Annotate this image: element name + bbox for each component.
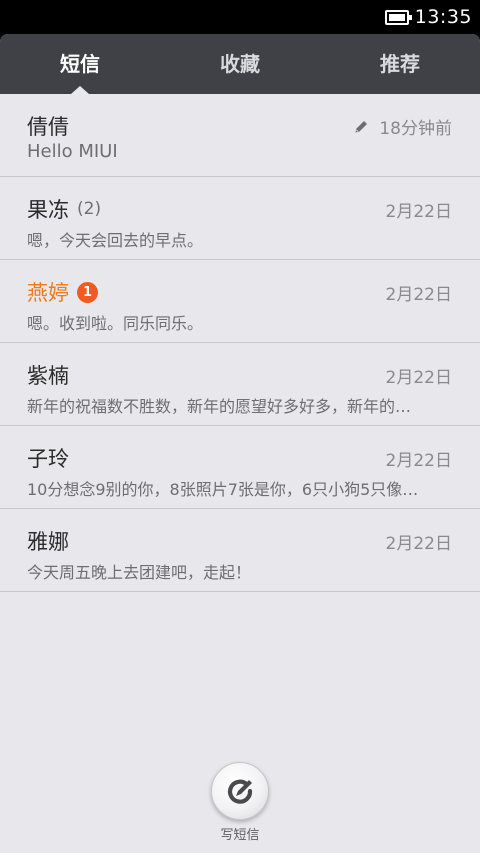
conversation-time: 2月22日 bbox=[386, 280, 452, 305]
conversation-time: 2月22日 bbox=[386, 363, 452, 388]
tab-recommended[interactable]: 推荐 bbox=[320, 34, 480, 94]
tab-bar: 短信 收藏 推荐 bbox=[0, 34, 480, 94]
conversation-header: 雅娜 bbox=[27, 526, 69, 556]
conversation-item[interactable]: 燕婷 1 2月22日 嗯。收到啦。同乐同乐。 bbox=[0, 260, 480, 343]
conversation-item[interactable]: 倩倩 18分钟前 Hello MIUI bbox=[0, 94, 480, 177]
status-bar: 13:35 bbox=[0, 0, 480, 34]
time-label: 2月22日 bbox=[385, 285, 452, 305]
unread-badge: 1 bbox=[77, 281, 98, 303]
compose-icon bbox=[227, 779, 253, 804]
conversation-item[interactable]: 子玲 2月22日 10分想念9别的你，8张照片7张是你，6只小狗5只像… bbox=[0, 426, 480, 509]
conversation-time: 2月22日 bbox=[386, 446, 452, 471]
contact-name: 燕婷 bbox=[27, 281, 69, 305]
conversation-item[interactable]: 雅娜 2月22日 今天周五晚上去团建吧，走起！ bbox=[0, 509, 480, 592]
conversation-item[interactable]: 紫楠 2月22日 新年的祝福数不胜数，新年的愿望好多好多，新年的… bbox=[0, 343, 480, 426]
conversation-header: 果冻 (2) bbox=[27, 194, 101, 224]
battery-icon bbox=[384, 9, 412, 25]
compose-label: 写短信 bbox=[220, 828, 260, 843]
battery-fill bbox=[388, 13, 405, 21]
conversation-time: 2月22日 bbox=[386, 197, 452, 222]
compose-area: 写短信 bbox=[211, 762, 269, 843]
messages-panel: 短信 收藏 推荐 倩倩 18分钟前 Hello MIUI 果冻 (2) 2月22… bbox=[0, 34, 480, 853]
tab-messages[interactable]: 短信 bbox=[0, 34, 160, 94]
conversation-header: 燕婷 1 bbox=[27, 277, 98, 307]
contact-name: 倩倩 bbox=[27, 115, 69, 139]
message-snippet: 今天周五晚上去团建吧，走起！ bbox=[27, 563, 252, 582]
message-snippet: Hello MIUI bbox=[27, 141, 118, 162]
conversation-time: 2月22日 bbox=[386, 529, 452, 554]
contact-name: 雅娜 bbox=[27, 530, 69, 554]
contact-name: 紫楠 bbox=[27, 364, 69, 388]
conversation-time: 18分钟前 bbox=[353, 114, 452, 139]
status-right: 13:35 bbox=[384, 6, 472, 28]
message-snippet: 嗯，今天会回去的早点。 bbox=[27, 231, 204, 250]
conversation-list: 倩倩 18分钟前 Hello MIUI 果冻 (2) 2月22日 嗯，今天会回去… bbox=[0, 94, 480, 592]
time-label: 2月22日 bbox=[385, 534, 452, 554]
message-count: (2) bbox=[77, 199, 102, 219]
time-label: 2月22日 bbox=[385, 451, 452, 471]
conversation-header: 紫楠 bbox=[27, 360, 69, 390]
compose-button[interactable] bbox=[211, 762, 269, 820]
status-time: 13:35 bbox=[414, 6, 472, 28]
contact-name: 果冻 bbox=[27, 198, 69, 222]
conversation-item[interactable]: 果冻 (2) 2月22日 嗯，今天会回去的早点。 bbox=[0, 177, 480, 260]
conversation-header: 倩倩 bbox=[27, 111, 69, 141]
message-snippet: 嗯。收到啦。同乐同乐。 bbox=[27, 314, 204, 333]
draft-pencil-icon bbox=[355, 120, 368, 133]
tab-favorites[interactable]: 收藏 bbox=[160, 34, 320, 94]
time-label: 18分钟前 bbox=[379, 119, 452, 139]
conversation-header: 子玲 bbox=[27, 443, 69, 473]
time-label: 2月22日 bbox=[385, 368, 452, 388]
time-label: 2月22日 bbox=[385, 202, 452, 222]
message-snippet: 10分想念9别的你，8张照片7张是你，6只小狗5只像… bbox=[27, 480, 419, 499]
message-snippet: 新年的祝福数不胜数，新年的愿望好多好多，新年的… bbox=[27, 397, 412, 416]
contact-name: 子玲 bbox=[27, 447, 69, 471]
